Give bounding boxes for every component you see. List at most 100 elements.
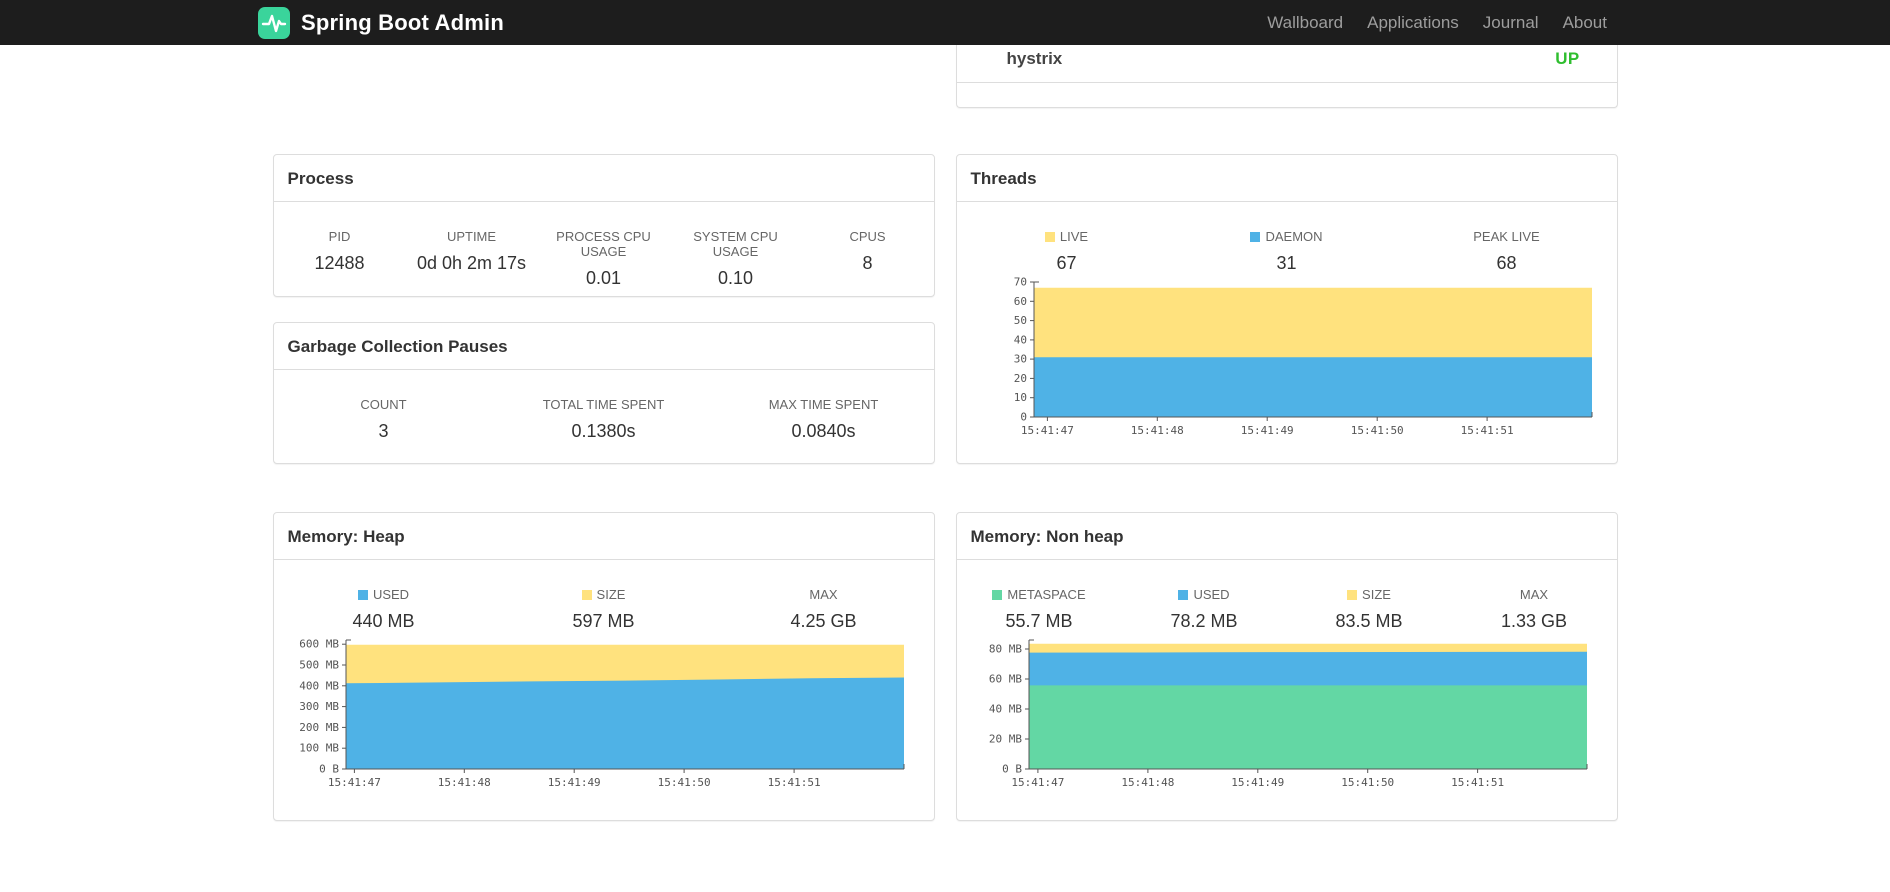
metric-process-cpu-usage: PROCESS CPU USAGE 0.01 (538, 229, 670, 289)
svg-text:30: 30 (1013, 353, 1026, 366)
metric-label: PID (328, 229, 351, 244)
svg-text:10: 10 (1013, 391, 1026, 404)
legend-value: 55.7 MB (1005, 611, 1073, 631)
nav-item-journal[interactable]: Journal (1471, 13, 1551, 33)
threads-legend: LIVE 67 DAEMON 31 PEAK LIVE 68 (957, 202, 1617, 274)
legend-text: SIZE (1362, 587, 1391, 602)
legend-value: 67 (1056, 253, 1077, 273)
svg-text:15:41:47: 15:41:47 (1011, 776, 1064, 789)
navbar: Spring Boot Admin Wallboard Applications… (0, 0, 1890, 45)
svg-text:20: 20 (1013, 372, 1026, 385)
svg-text:15:41:48: 15:41:48 (1121, 776, 1174, 789)
gc-card-title: Garbage Collection Pauses (273, 323, 934, 370)
legend-label: MAX (714, 587, 934, 602)
svg-text:15:41:50: 15:41:50 (1341, 776, 1394, 789)
main-content: Process PID 12488 UPTIME 0d 0h 2m 17s PR… (272, 45, 1618, 821)
right-column: hystrix UP Threads LIVE 67 DAEMON 31 PEA… (955, 45, 1618, 821)
memory-heap-chart: 0 B 100 MB 200 MB 300 MB 400 MB 500 MB 600 MB 1… (274, 635, 934, 793)
metric-uptime: UPTIME 0d 0h 2m 17s (406, 229, 538, 289)
legend-label: USED (1122, 587, 1287, 602)
metric-value: 0.0840s (791, 421, 856, 441)
health-row-hystrix: hystrix UP (956, 45, 1617, 83)
metric-value: 0.1380s (571, 421, 636, 441)
svg-text:400 MB: 400 MB (299, 679, 339, 692)
legend-label: SIZE (1287, 587, 1452, 602)
legend-label: PEAK LIVE (1397, 229, 1617, 244)
svg-text:15:41:49: 15:41:49 (1231, 776, 1284, 789)
gc-pauses-card: Garbage Collection Pauses COUNT 3 TOTAL … (272, 322, 935, 464)
legend-threads-daemon: DAEMON 31 (1177, 229, 1397, 274)
health-card: hystrix UP (955, 45, 1618, 108)
legend-threads-live: LIVE 67 (957, 229, 1177, 274)
svg-text:15:41:50: 15:41:50 (657, 776, 710, 789)
legend-text: USED (372, 587, 410, 602)
nav-item-applications[interactable]: Applications (1355, 13, 1471, 33)
svg-text:0 B: 0 B (319, 763, 339, 776)
threads-chart: 0 10 20 30 40 50 60 70 15:41:47 15:41:48 15:41:49 1… (957, 277, 1617, 441)
metric-label: PROCESS CPU USAGE (556, 229, 651, 259)
svg-text:500 MB: 500 MB (299, 659, 339, 672)
brand-link[interactable]: Spring Boot Admin (257, 6, 504, 40)
legend-value: 78.2 MB (1170, 611, 1238, 631)
legend-value: 4.25 GB (790, 611, 857, 631)
nav-item-about[interactable]: About (1551, 13, 1619, 33)
metric-value: 12488 (314, 253, 365, 273)
svg-text:15:41:50: 15:41:50 (1350, 424, 1403, 437)
metric-value: 8 (862, 253, 873, 273)
svg-text:50: 50 (1013, 314, 1026, 327)
used-swatch-icon (1178, 589, 1189, 600)
metric-label: COUNT (360, 397, 407, 412)
legend-label: MAX (1452, 587, 1617, 602)
legend-text: MAX (1519, 587, 1549, 602)
svg-text:15:41:48: 15:41:48 (437, 776, 490, 789)
status-badge: UP (1555, 49, 1580, 68)
metric-value: 0.01 (585, 268, 622, 288)
process-card-title: Process (273, 155, 934, 202)
svg-text:60 MB: 60 MB (988, 673, 1021, 686)
legend-text: SIZE (596, 587, 626, 602)
legend-text: METASPACE (1007, 587, 1086, 602)
legend-value: 597 MB (572, 611, 635, 631)
memory-nonheap-card-title: Memory: Non heap (956, 513, 1617, 560)
memory-heap-card: Memory: Heap USED 440 MB SIZE 597 MB MAX… (272, 512, 935, 821)
svg-text:15:41:51: 15:41:51 (1451, 776, 1504, 789)
svg-text:0 B: 0 B (1002, 763, 1022, 776)
metric-pid: PID 12488 (274, 229, 406, 289)
svg-text:15:41:48: 15:41:48 (1130, 424, 1183, 437)
metaspace-swatch-icon (992, 589, 1003, 600)
svg-text:0: 0 (1020, 411, 1027, 424)
threads-card-title: Threads (956, 155, 1617, 202)
metric-gc-total-time: TOTAL TIME SPENT 0.1380s (494, 397, 714, 442)
threads-card: Threads LIVE 67 DAEMON 31 PEAK LIVE 68 0… (955, 154, 1618, 464)
metric-label: MAX TIME SPENT (768, 397, 879, 412)
svg-text:15:41:51: 15:41:51 (1460, 424, 1513, 437)
legend-label: DAEMON (1177, 229, 1397, 244)
nav-item-wallboard[interactable]: Wallboard (1255, 13, 1355, 33)
legend-label: USED (274, 587, 494, 602)
svg-text:15:41:47: 15:41:47 (327, 776, 380, 789)
svg-text:60: 60 (1013, 295, 1026, 308)
legend-nonheap-size: SIZE 83.5 MB (1287, 587, 1452, 632)
legend-nonheap-metaspace: METASPACE 55.7 MB (957, 587, 1122, 632)
memory-heap-card-title: Memory: Heap (273, 513, 934, 560)
process-metrics: PID 12488 UPTIME 0d 0h 2m 17s PROCESS CP… (274, 202, 934, 289)
svg-text:40 MB: 40 MB (988, 703, 1021, 716)
metric-value: 3 (378, 421, 389, 441)
legend-heap-size: SIZE 597 MB (494, 587, 714, 632)
legend-label: LIVE (957, 229, 1177, 244)
memory-nonheap-card: Memory: Non heap METASPACE 55.7 MB USED … (955, 512, 1618, 821)
metric-label: TOTAL TIME SPENT (542, 397, 665, 412)
svg-text:15:41:47: 15:41:47 (1020, 424, 1073, 437)
live-swatch-icon (1044, 231, 1055, 242)
size-swatch-icon (581, 589, 592, 600)
legend-text: USED (1193, 587, 1230, 602)
metric-gc-max-time: MAX TIME SPENT 0.0840s (714, 397, 934, 442)
metric-label: UPTIME (446, 229, 497, 244)
size-swatch-icon (1347, 589, 1358, 600)
gc-metrics: COUNT 3 TOTAL TIME SPENT 0.1380s MAX TIM… (274, 370, 934, 442)
metric-cpus: CPUS 8 (802, 229, 934, 289)
legend-value: 68 (1496, 253, 1517, 273)
legend-nonheap-max: MAX 1.33 GB (1452, 587, 1617, 632)
legend-text: LIVE (1059, 229, 1089, 244)
svg-text:300 MB: 300 MB (299, 700, 339, 713)
